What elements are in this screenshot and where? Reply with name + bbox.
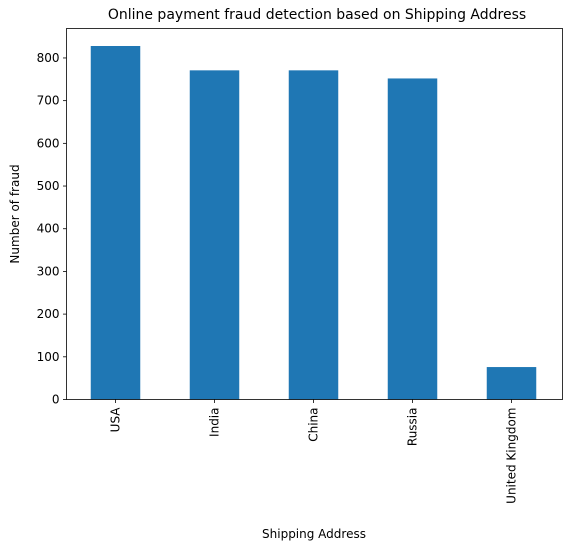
y-tick-label: 600 (37, 136, 60, 150)
y-tick-label: 100 (37, 350, 60, 364)
plot-area (90, 46, 537, 400)
bar (90, 46, 141, 400)
x-tick-label: China (307, 408, 321, 442)
y-tick-label: 500 (37, 179, 60, 193)
y-tick-label: 400 (37, 222, 60, 236)
bar (189, 70, 240, 400)
bar (486, 367, 537, 400)
y-tick-label: 700 (37, 94, 60, 108)
x-tick-label: United Kingdom (505, 408, 519, 504)
bar (387, 78, 438, 400)
y-axis-title: Number of fraud (8, 164, 22, 263)
bar (288, 70, 339, 400)
y-tick-label: 0 (52, 393, 60, 407)
y-tick-label: 200 (37, 307, 60, 321)
y-tick-label: 800 (37, 51, 60, 65)
x-tick-label: USA (109, 407, 123, 433)
x-tick-label: Russia (406, 408, 420, 447)
x-tick-label: India (208, 408, 222, 437)
chart-title: Online payment fraud detection based on … (108, 7, 526, 23)
y-tick-label: 300 (37, 264, 60, 278)
bar-chart: Online payment fraud detection based on … (8, 7, 563, 541)
x-axis-title: Shipping Address (262, 527, 366, 541)
